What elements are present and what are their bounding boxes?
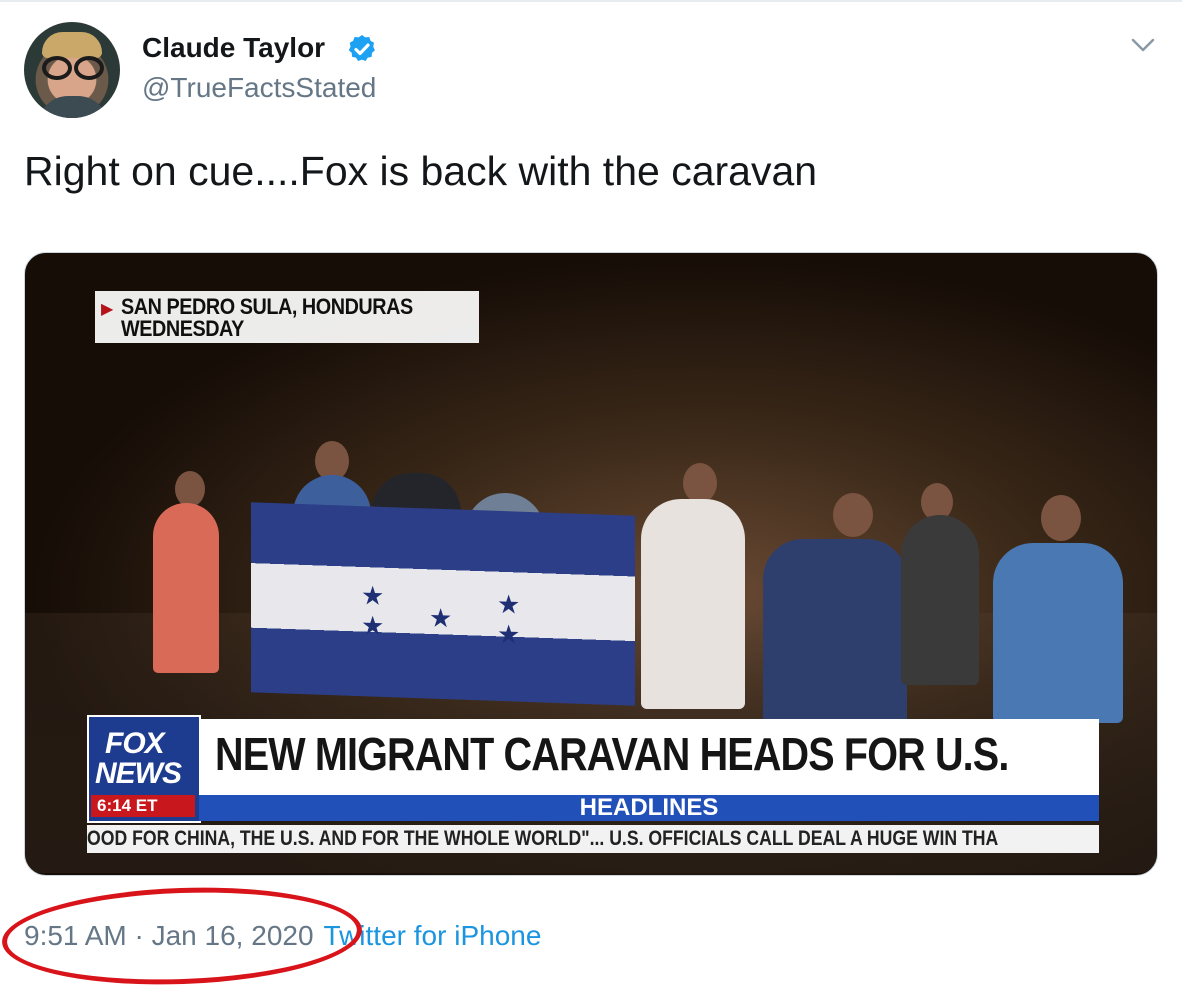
tweet-text: Right on cue....Fox is back with the car… bbox=[24, 148, 818, 194]
person bbox=[641, 499, 745, 709]
tweet-media-image[interactable]: ★ ★ ★ ★ ★ ▶ SAN PEDRO SULA, HONDURAS WED… bbox=[24, 252, 1158, 876]
chevron-down-icon[interactable] bbox=[1128, 30, 1158, 60]
person bbox=[993, 543, 1123, 723]
location-day: WEDNESDAY bbox=[121, 316, 244, 341]
avatar-glasses bbox=[74, 56, 104, 80]
person bbox=[683, 463, 717, 503]
person bbox=[833, 493, 873, 537]
logo-text: NEWS bbox=[95, 757, 182, 790]
subheadline-text: HEADLINES bbox=[579, 794, 719, 821]
subheadline-bar: HEADLINES bbox=[199, 795, 1099, 821]
ticker-text: OOD FOR CHINA, THE U.S. AND FOR THE WHOL… bbox=[87, 827, 999, 850]
person bbox=[175, 471, 205, 507]
person bbox=[763, 539, 907, 729]
author-name[interactable]: Claude Taylor bbox=[142, 32, 325, 64]
person bbox=[153, 503, 219, 673]
fox-news-logo: FOX NEWS 6:14 ET bbox=[87, 715, 201, 823]
verified-badge-icon bbox=[348, 35, 375, 61]
flag-star-icon: ★ bbox=[497, 618, 521, 650]
avatar-shirt bbox=[38, 96, 108, 118]
play-triangle-icon: ▶ bbox=[101, 301, 114, 318]
news-ticker: OOD FOR CHINA, THE U.S. AND FOR THE WHOL… bbox=[87, 825, 1099, 853]
flag-star-icon: ★ bbox=[429, 602, 453, 634]
avatar[interactable] bbox=[24, 22, 120, 118]
headline-chyron: NEW MIGRANT CARAVAN HEADS FOR U.S. bbox=[199, 719, 1099, 795]
flag-star-icon: ★ bbox=[361, 580, 385, 611]
flag-star-icon: ★ bbox=[497, 588, 521, 620]
author-handle[interactable]: @TrueFactsStated bbox=[142, 72, 376, 104]
person bbox=[901, 515, 979, 685]
avatar-hair bbox=[42, 32, 102, 58]
red-annotation-circle bbox=[0, 881, 364, 990]
flag-star-icon: ★ bbox=[361, 610, 385, 641]
top-divider bbox=[0, 0, 1182, 2]
avatar-glasses bbox=[42, 56, 72, 80]
honduras-flag: ★ ★ ★ ★ ★ bbox=[251, 502, 635, 706]
person bbox=[1041, 495, 1081, 541]
headline-text: NEW MIGRANT CARAVAN HEADS FOR U.S. bbox=[215, 728, 1009, 780]
broadcast-time: 6:14 ET bbox=[91, 795, 195, 817]
logo-text: FOX bbox=[105, 727, 165, 760]
location-lower-third: ▶ SAN PEDRO SULA, HONDURAS WEDNESDAY bbox=[95, 291, 479, 343]
